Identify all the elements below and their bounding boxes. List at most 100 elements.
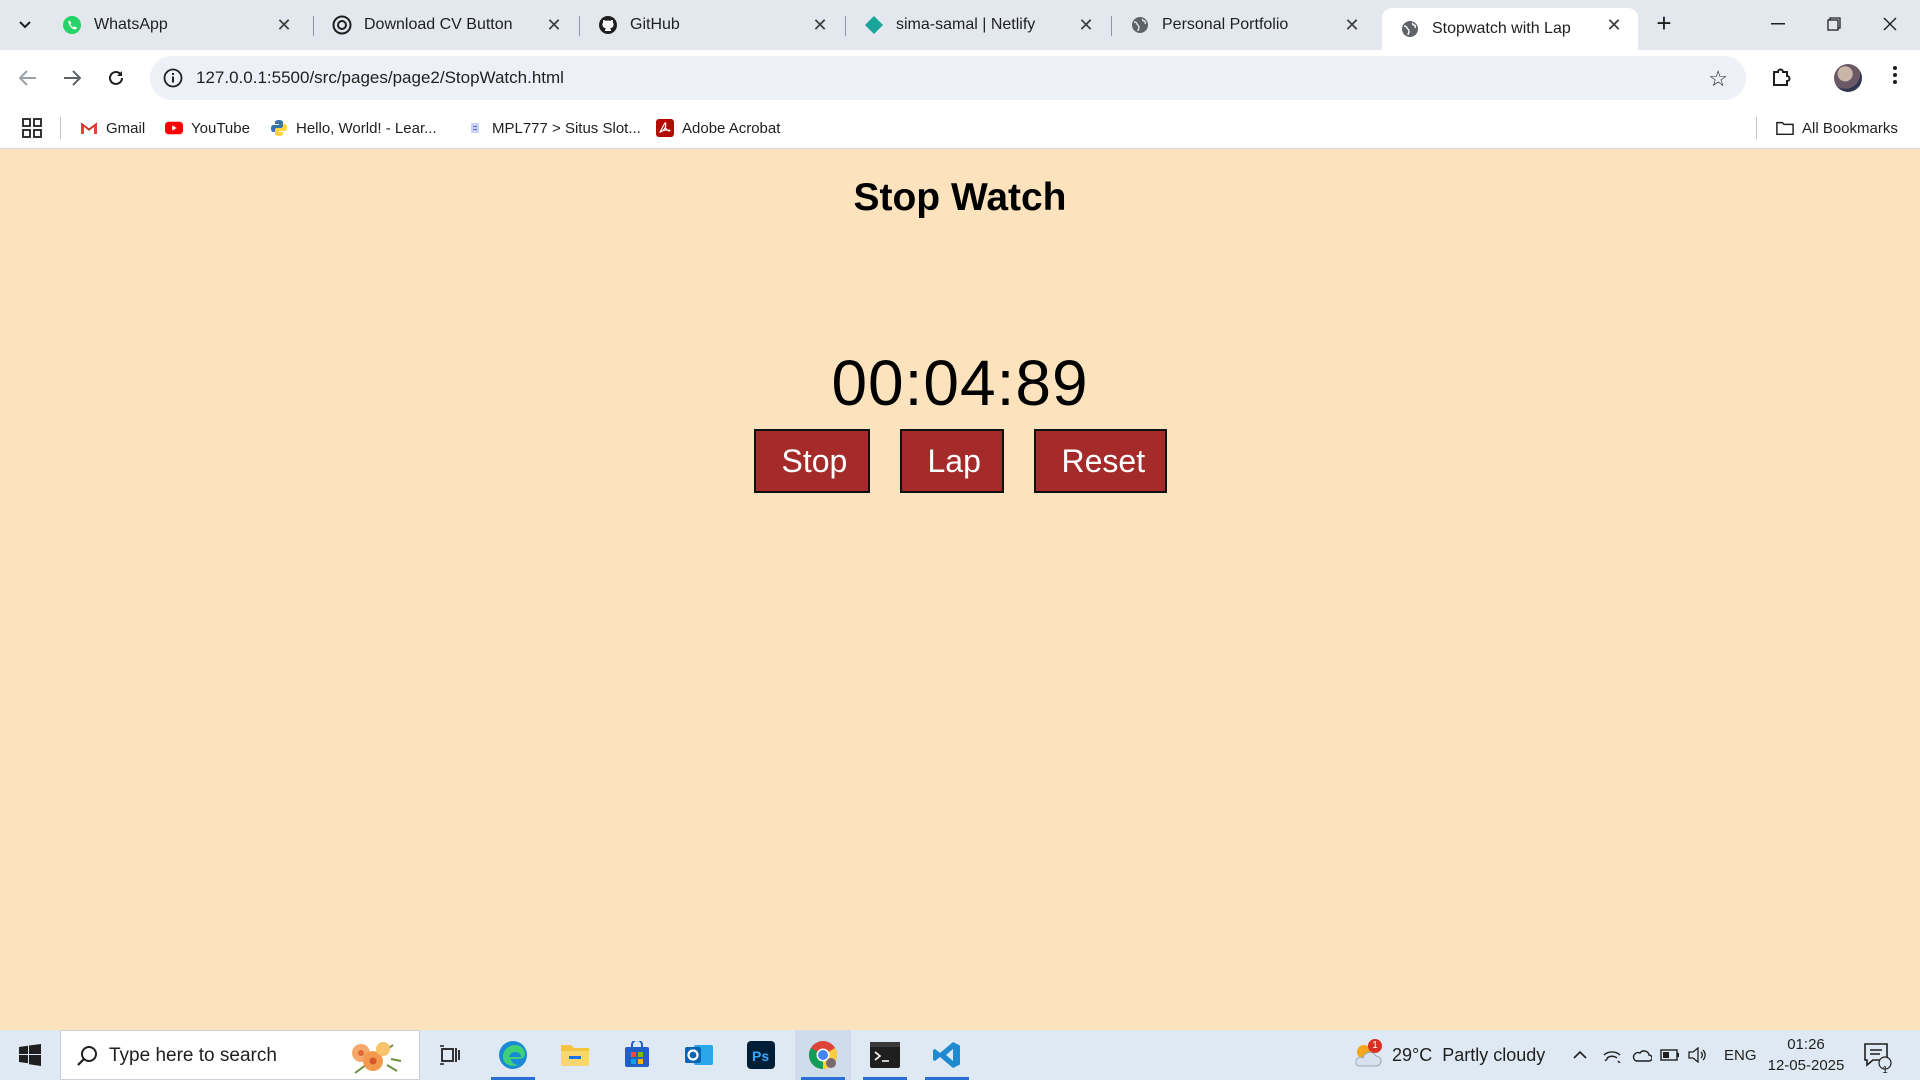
weather-condition: Partly cloudy — [1442, 1044, 1546, 1065]
bookmark-label: Gmail — [106, 119, 146, 137]
weather-widget[interactable]: 29°C Partly cloudy — [1392, 1030, 1545, 1080]
taskbar-chrome[interactable] — [795, 1030, 851, 1080]
bookmark-youtube[interactable]: YouTube — [165, 116, 250, 140]
bookmark-label: Hello, World! - Lear... — [296, 119, 437, 137]
clock-time: 01:26 — [1787, 1036, 1825, 1053]
stopwatch-controls: Stop Lap Reset — [0, 429, 1920, 493]
tab-github[interactable]: GitHub ✕ — [580, 8, 844, 42]
globe-icon — [1400, 19, 1420, 39]
edge-icon — [499, 1041, 527, 1069]
taskbar-terminal[interactable] — [857, 1030, 913, 1080]
tab-whatsapp[interactable]: WhatsApp ✕ — [44, 8, 308, 42]
search-placeholder: Type here to search — [109, 1045, 277, 1066]
site-info-icon[interactable] — [162, 67, 184, 89]
windows-taskbar: Type here to search Ps 1 29°C Partly clo… — [0, 1030, 1920, 1080]
bookmarks-bar: Gmail YouTube Hello, World! - Lear... MP… — [0, 107, 1920, 149]
tab-title: Stopwatch with Lap — [1432, 20, 1571, 37]
search-icon — [77, 1046, 97, 1066]
taskbar-clock[interactable]: 01:26 12-05-2025 — [1766, 1034, 1846, 1076]
bookmark-adobe-acrobat[interactable]: Adobe Acrobat — [656, 116, 780, 140]
language-indicator[interactable]: ENG — [1724, 1030, 1757, 1080]
taskbar-vscode[interactable] — [919, 1030, 975, 1080]
search-highlight-flower-icon — [352, 1042, 402, 1074]
python-icon — [270, 119, 288, 137]
arrow-right-icon — [64, 70, 81, 86]
battery-icon[interactable] — [1660, 1045, 1680, 1065]
netlify-icon — [864, 15, 884, 35]
minimize-icon — [1771, 23, 1785, 25]
browser-toolbar: 127.0.0.1:5500/src/pages/page2/StopWatch… — [0, 50, 1920, 107]
url-text[interactable]: 127.0.0.1:5500/src/pages/page2/StopWatch… — [196, 68, 564, 88]
tab-search-button[interactable] — [6, 6, 44, 44]
taskbar-file-explorer[interactable] — [547, 1030, 603, 1080]
profile-avatar[interactable] — [1834, 64, 1862, 92]
photoshop-icon: Ps — [747, 1041, 775, 1069]
network-icon[interactable] — [1602, 1045, 1622, 1065]
weather-badge: 1 — [1368, 1039, 1382, 1053]
more-vertical-icon — [1893, 66, 1897, 84]
terminal-icon — [870, 1042, 900, 1068]
close-icon[interactable]: ✕ — [274, 15, 294, 35]
close-icon[interactable]: ✕ — [1076, 15, 1096, 35]
bookmark-mpl777[interactable]: MPL777 > Situs Slot... — [466, 116, 641, 140]
tab-title: Personal Portfolio — [1162, 16, 1289, 33]
tab-title: sima-samal | Netlify — [896, 16, 1036, 33]
tab-download-cv[interactable]: Download CV Button ✕ — [314, 8, 578, 42]
tab-stopwatch-active[interactable]: Stopwatch with Lap ✕ — [1382, 8, 1638, 50]
browser-menu-button[interactable] — [1880, 62, 1910, 92]
tab-netlify[interactable]: sima-samal | Netlify ✕ — [846, 8, 1110, 42]
vscode-icon — [933, 1042, 960, 1068]
arrow-left-icon — [19, 70, 36, 86]
back-button[interactable] — [10, 60, 46, 96]
folder-icon — [561, 1045, 589, 1066]
tab-title: GitHub — [630, 16, 680, 33]
taskbar-store[interactable] — [609, 1030, 665, 1080]
minimize-button[interactable] — [1750, 0, 1806, 48]
close-icon[interactable]: ✕ — [1604, 15, 1624, 35]
all-bookmarks-button[interactable]: All Bookmarks — [1776, 116, 1898, 140]
lap-button[interactable]: Lap — [899, 429, 1004, 493]
close-window-button[interactable] — [1862, 0, 1918, 48]
clock-date: 12-05-2025 — [1767, 1057, 1845, 1074]
notification-count: 1 — [1882, 1065, 1888, 1076]
start-button[interactable] — [0, 1030, 60, 1080]
bookmarks-divider — [1756, 117, 1757, 139]
reset-button[interactable]: Reset — [1033, 429, 1167, 493]
onedrive-icon[interactable] — [1632, 1045, 1652, 1065]
taskbar-task-view[interactable] — [422, 1030, 478, 1080]
close-icon[interactable]: ✕ — [810, 15, 830, 35]
bookmark-star-icon[interactable]: ☆ — [1708, 66, 1728, 92]
gmail-icon — [80, 119, 98, 137]
address-bar[interactable]: 127.0.0.1:5500/src/pages/page2/StopWatch… — [150, 56, 1746, 100]
restore-icon — [1827, 17, 1841, 31]
close-icon[interactable]: ✕ — [544, 15, 564, 35]
bookmark-hello-world[interactable]: Hello, World! - Lear... — [270, 116, 437, 140]
apps-grid-icon[interactable] — [20, 116, 44, 140]
taskbar-search[interactable]: Type here to search — [60, 1030, 420, 1080]
extensions-icon[interactable] — [1766, 62, 1796, 92]
forward-button[interactable] — [54, 60, 90, 96]
stop-button[interactable]: Stop — [753, 429, 870, 493]
weather-temp: 29°C — [1392, 1044, 1433, 1065]
bookmark-gmail[interactable]: Gmail — [80, 116, 145, 140]
new-tab-button[interactable]: + — [1648, 8, 1680, 40]
openai-icon — [332, 15, 352, 35]
taskbar-photoshop[interactable]: Ps — [733, 1030, 789, 1080]
volume-icon[interactable] — [1688, 1045, 1708, 1065]
site-icon — [466, 119, 484, 137]
restore-button[interactable] — [1806, 0, 1862, 48]
svg-text:Ps: Ps — [752, 1048, 769, 1064]
tab-title: Download CV Button — [364, 16, 513, 33]
whatsapp-icon — [62, 15, 82, 35]
close-icon — [1883, 17, 1897, 31]
windows-logo-icon — [19, 1044, 41, 1066]
tab-personal-portfolio[interactable]: Personal Portfolio ✕ — [1112, 8, 1376, 42]
chrome-icon — [809, 1041, 837, 1069]
page-viewport: Stop Watch 00:04:89 Stop Lap Reset — [0, 150, 1920, 1030]
close-icon[interactable]: ✕ — [1342, 15, 1362, 35]
chevron-down-icon — [19, 21, 31, 29]
taskbar-outlook[interactable] — [671, 1030, 727, 1080]
taskbar-edge[interactable] — [485, 1030, 541, 1080]
show-hidden-icons-button[interactable] — [1570, 1045, 1590, 1065]
reload-button[interactable] — [98, 60, 134, 96]
